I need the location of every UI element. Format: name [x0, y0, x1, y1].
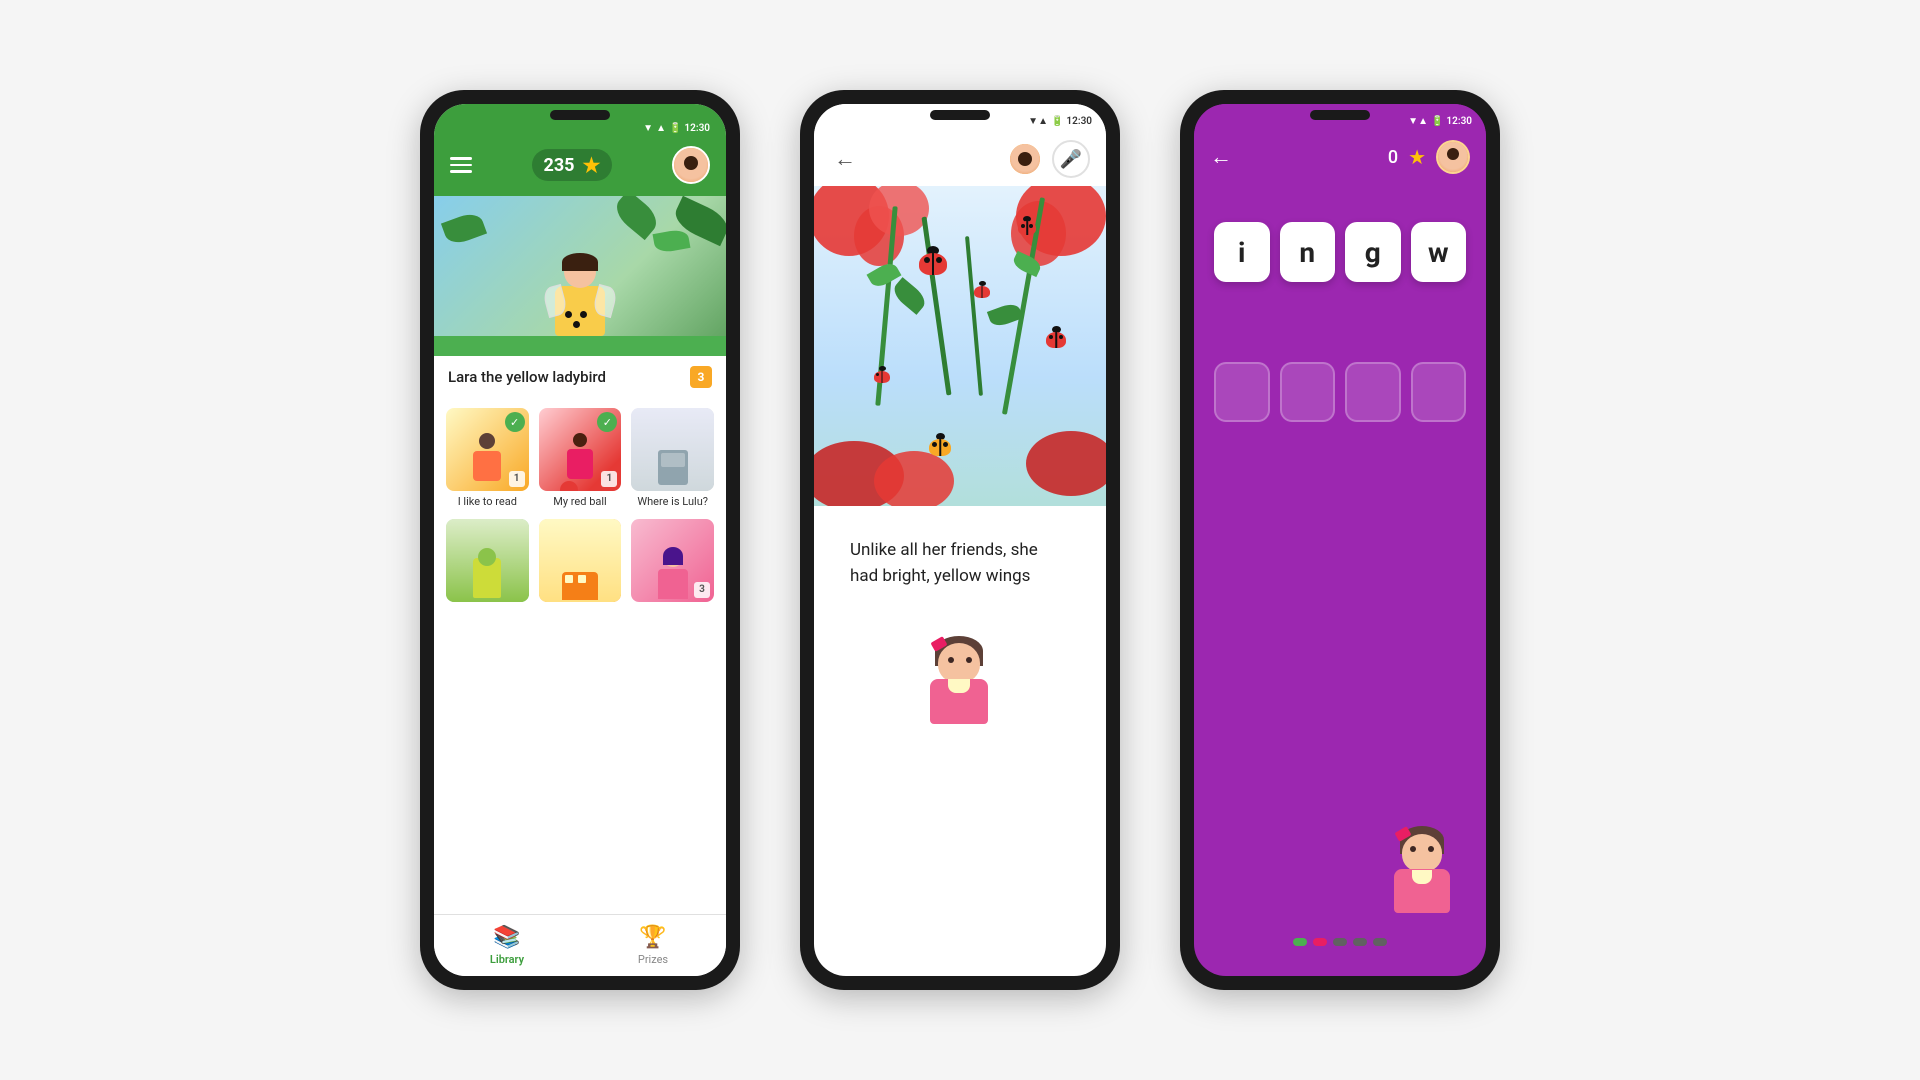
list-item[interactable]: ✓ 1 I like to read: [446, 408, 529, 509]
list-item[interactable]: ✓ 1 My red ball: [539, 408, 622, 509]
signal-icon: ▼: [643, 123, 653, 134]
prizes-icon: 🏆: [639, 925, 666, 950]
book-text: Unlike all her friends, she had bright, …: [832, 522, 1088, 605]
user-avatar[interactable]: [1436, 140, 1470, 174]
letter-tile-g[interactable]: g: [1345, 222, 1401, 282]
letter-tiles: i n g w: [1194, 182, 1486, 302]
book-title: My red ball: [539, 495, 622, 509]
list-item[interactable]: 2 Where is Lulu?: [631, 408, 714, 509]
book-illustration: [814, 186, 1106, 506]
game-header: ← 0 ★: [1194, 132, 1486, 182]
nav-prizes[interactable]: 🏆 Prizes: [580, 915, 726, 976]
menu-button[interactable]: [450, 157, 472, 173]
letter-tile-i[interactable]: i: [1214, 222, 1270, 282]
book-text-area: Unlike all her friends, she had bright, …: [814, 506, 1106, 621]
library-icon: 📚: [493, 925, 520, 950]
bottom-nav: 📚 Library 🏆 Prizes: [434, 914, 726, 976]
status-time: 12:30: [684, 123, 710, 134]
progress-dot-1: [1293, 938, 1307, 946]
battery-icon: 🔋: [669, 123, 681, 134]
book-grid: ✓ 1 I like to read ✓ 1: [434, 398, 726, 616]
phone-reading: ▼▲ 🔋 12:30 ← 🎤: [800, 90, 1120, 990]
completed-badge: ✓: [505, 412, 525, 432]
book-title: I like to read: [446, 495, 529, 509]
network-icon: ▲: [656, 123, 666, 134]
list-item[interactable]: 3: [631, 519, 714, 606]
star-icon: ★: [583, 153, 601, 177]
slot-2[interactable]: [1280, 362, 1336, 422]
user-avatar[interactable]: [1008, 142, 1042, 176]
progress-dot-5: [1373, 938, 1387, 946]
status-time: 12:30: [1066, 116, 1092, 127]
phone-game: ▼▲ 🔋 12:30 ← 0 ★ i n: [1180, 90, 1500, 990]
score-value: 235: [544, 155, 575, 176]
featured-level-badge: 3: [690, 366, 712, 388]
letter-slots: [1194, 302, 1486, 442]
progress-indicator: [1293, 938, 1387, 946]
phone-library: ▼ ▲ 🔋 12:30 235 ★: [420, 90, 740, 990]
microphone-button[interactable]: 🎤: [1052, 140, 1090, 178]
signal-icon: ▼▲: [1408, 116, 1428, 127]
score-badge: 235 ★: [532, 149, 613, 181]
completed-badge: ✓: [597, 412, 617, 432]
game-character: [1378, 826, 1468, 926]
letter-tile-w[interactable]: w: [1411, 222, 1467, 282]
featured-book-title: Lara the yellow ladybird: [448, 368, 606, 386]
progress-dot-3: [1333, 938, 1347, 946]
slot-4[interactable]: [1411, 362, 1467, 422]
battery-icon: 🔋: [1051, 116, 1063, 127]
book-title: Where is Lulu?: [631, 495, 714, 509]
list-item[interactable]: 2: [446, 519, 529, 606]
back-button[interactable]: ←: [830, 142, 860, 176]
slot-1[interactable]: [1214, 362, 1270, 422]
slot-3[interactable]: [1345, 362, 1401, 422]
game-score: 0: [1388, 147, 1398, 168]
star-icon: ★: [1408, 145, 1426, 169]
library-label: Library: [490, 953, 524, 966]
letter-tile-n[interactable]: n: [1280, 222, 1336, 282]
nav-library[interactable]: 📚 Library: [434, 915, 580, 976]
level-badge: 1: [509, 471, 525, 487]
signal-icon: ▼▲: [1028, 116, 1048, 127]
list-item[interactable]: 2: [539, 519, 622, 606]
battery-icon: 🔋: [1431, 116, 1443, 127]
status-time: 12:30: [1446, 116, 1472, 127]
progress-dot-4: [1353, 938, 1367, 946]
prizes-label: Prizes: [638, 953, 668, 966]
level-badge: 1: [601, 471, 617, 487]
featured-book[interactable]: Lara the yellow ladybird 3: [434, 196, 726, 398]
reading-header: ← 🎤: [814, 132, 1106, 186]
user-avatar[interactable]: [672, 146, 710, 184]
back-button[interactable]: ←: [1210, 144, 1232, 170]
progress-dot-2: [1313, 938, 1327, 946]
